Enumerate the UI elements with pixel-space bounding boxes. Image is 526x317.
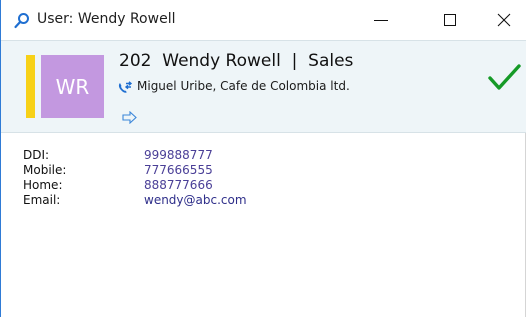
minimize-icon bbox=[374, 20, 388, 21]
mobile-value[interactable]: 777666555 bbox=[144, 163, 213, 178]
avatar: WR bbox=[41, 55, 104, 118]
window-title: User: Wendy Rowell bbox=[37, 11, 176, 27]
mobile-label: Mobile: bbox=[23, 163, 67, 177]
maximize-button[interactable] bbox=[427, 0, 473, 40]
user-header: WR 202 Wendy Rowell | Sales Miguel Uribe… bbox=[1, 40, 526, 133]
search-icon[interactable] bbox=[13, 12, 31, 30]
ddi-value[interactable]: 999888777 bbox=[144, 148, 213, 163]
avatar-initials: WR bbox=[55, 74, 90, 99]
detail-row-home: Home: 888777666 bbox=[23, 178, 423, 193]
checkmark-icon bbox=[487, 63, 523, 93]
detail-row-email: Email: wendy@abc.com bbox=[23, 193, 423, 208]
user-name-line: 202 Wendy Rowell | Sales bbox=[119, 51, 354, 71]
home-value[interactable]: 888777666 bbox=[144, 178, 213, 193]
detail-row-mobile: Mobile: 777666555 bbox=[23, 163, 423, 178]
close-button[interactable] bbox=[481, 0, 526, 40]
status-indicator bbox=[26, 55, 35, 118]
email-value[interactable]: wendy@abc.com bbox=[144, 193, 247, 208]
connection-info: Miguel Uribe, Cafe de Colombia ltd. bbox=[137, 79, 350, 93]
close-icon bbox=[497, 13, 511, 27]
contact-details: DDI: 999888777 Mobile: 777666555 Home: 8… bbox=[23, 148, 423, 208]
forward-arrow-icon[interactable] bbox=[122, 109, 138, 125]
home-label: Home: bbox=[23, 178, 63, 192]
email-label: Email: bbox=[23, 193, 61, 207]
maximize-icon bbox=[444, 14, 456, 26]
title-bar: User: Wendy Rowell bbox=[1, 0, 526, 40]
ddi-label: DDI: bbox=[23, 148, 50, 162]
detail-row-ddi: DDI: 999888777 bbox=[23, 148, 423, 163]
minimize-button[interactable] bbox=[358, 0, 404, 40]
user-window: User: Wendy Rowell WR 202 Wendy Rowell |… bbox=[0, 0, 526, 317]
call-transfer-icon bbox=[117, 80, 133, 94]
